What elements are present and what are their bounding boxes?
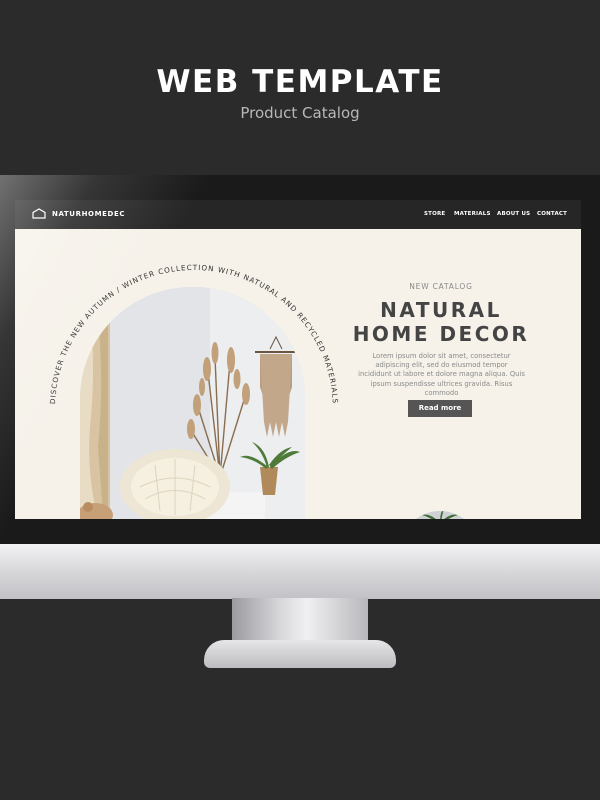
- hero-title: NATURAL HOME DECOR: [348, 298, 534, 346]
- nav-link-materials[interactable]: MATERIALS: [454, 211, 491, 217]
- hero-description: Lorem ipsum dolor sit amet, consectetur …: [358, 352, 525, 397]
- poster-subtitle: Product Catalog: [240, 104, 360, 122]
- nav-link-store[interactable]: STORE: [424, 211, 445, 217]
- poster-title: WEB TEMPLATE: [156, 64, 444, 100]
- hero-title-line-2: HOME DECOR: [352, 322, 530, 346]
- arc-caption: DISCOVER THE NEW AUTUMN / WINTER COLLECT…: [48, 263, 340, 404]
- product-thumbnail-circle: [400, 511, 480, 519]
- house-icon: [32, 208, 46, 219]
- brand-logo[interactable]: NATURHOMEDEC: [52, 210, 125, 218]
- new-catalog-label: NEW CATALOG: [409, 282, 473, 291]
- hero-title-line-1: NATURAL: [380, 298, 502, 322]
- monitor-stand-neck: [232, 598, 368, 643]
- nav-link-about-us[interactable]: ABOUT US: [497, 211, 530, 217]
- collection-arc-text: DISCOVER THE NEW AUTUMN / WINTER COLLECT…: [48, 263, 340, 404]
- plant-illustration: [400, 511, 480, 519]
- read-more-button[interactable]: Read more: [408, 400, 472, 417]
- site-navbar: NATURHOMEDEC STORE MATERIALS ABOUT US CO…: [15, 200, 581, 229]
- monitor-chin: [0, 544, 600, 599]
- website-screen: NATURHOMEDEC STORE MATERIALS ABOUT US CO…: [15, 200, 581, 519]
- monitor-stand-base: [204, 640, 396, 668]
- nav-link-contact[interactable]: CONTACT: [537, 211, 567, 217]
